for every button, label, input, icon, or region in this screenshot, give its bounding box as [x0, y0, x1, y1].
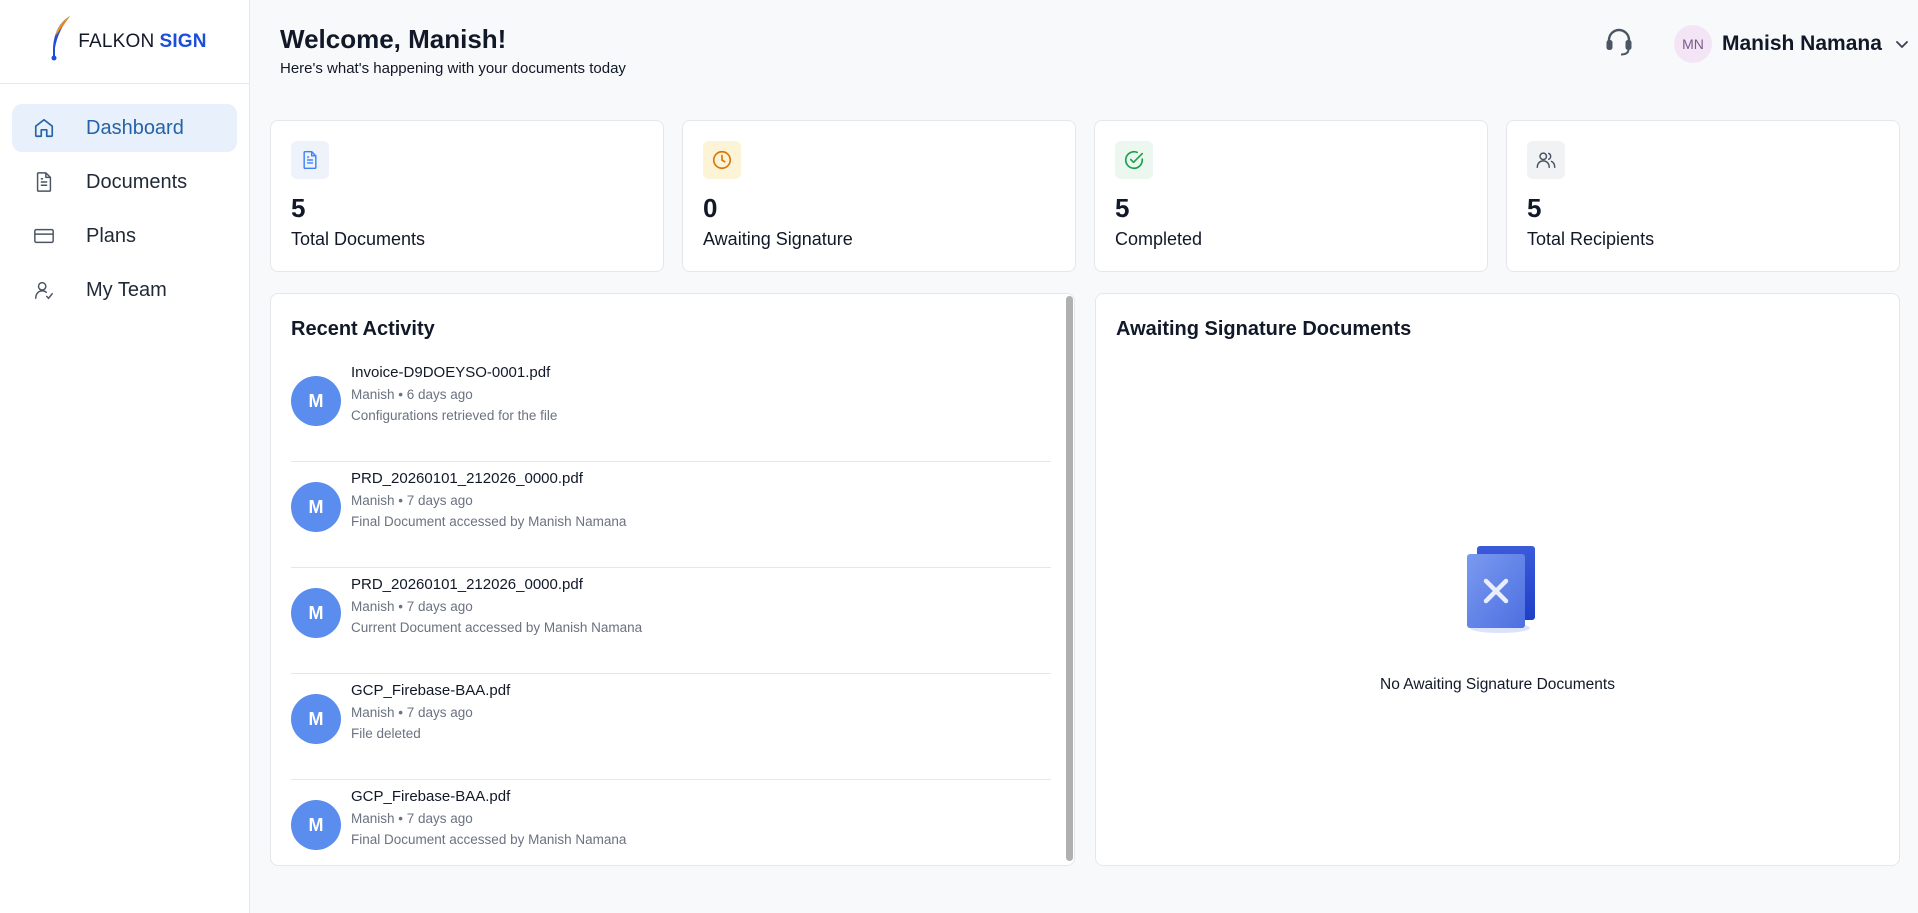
scrollbar[interactable] [1066, 296, 1073, 861]
awaiting-signature-panel: Awaiting Signature Documents No Awaiting… [1095, 293, 1900, 866]
activity-description: Current Document accessed by Manish Nama… [351, 620, 643, 635]
check-circle-icon [1115, 141, 1153, 179]
sidebar-nav: Dashboard Documents Plans My Team [0, 84, 249, 340]
activity-file-name[interactable]: GCP_Firebase-BAA.pdf [351, 682, 510, 699]
page-subtitle: Here's what's happening with your docume… [280, 60, 626, 77]
avatar: M [291, 482, 341, 532]
sidebar-item-documents[interactable]: Documents [12, 158, 237, 206]
empty-documents-icon [1463, 544, 1537, 634]
avatar: M [291, 376, 341, 426]
activity-meta: Manish • 7 days ago [351, 599, 473, 614]
activity-description: File deleted [351, 726, 421, 741]
activity-meta: Manish • 7 days ago [351, 811, 473, 826]
avatar: M [291, 588, 341, 638]
document-icon [32, 170, 56, 194]
quill-pen-icon [42, 14, 74, 69]
sidebar: FALKON SIGN Dashboard Documents Plans My … [0, 0, 250, 913]
list-item[interactable]: M GCP_Firebase-BAA.pdf Manish • 7 days a… [291, 674, 1051, 780]
list-item[interactable]: M Invoice-D9DOEYSO-0001.pdf Manish • 6 d… [291, 356, 1051, 462]
activity-file-name[interactable]: PRD_20260101_212026_0000.pdf [351, 576, 583, 593]
activity-meta: Manish • 7 days ago [351, 493, 473, 508]
activity-description: Final Document accessed by Manish Namana [351, 514, 627, 529]
activity-file-name[interactable]: Invoice-D9DOEYSO-0001.pdf [351, 364, 550, 381]
page-title: Welcome, Manish! [280, 24, 507, 54]
sidebar-item-label: My Team [86, 278, 167, 301]
stat-value: 5 [291, 193, 306, 223]
stat-card-total-documents[interactable]: 5 Total Documents [270, 120, 664, 272]
stat-value: 5 [1115, 193, 1130, 223]
headset-icon [1603, 25, 1635, 62]
avatar: M [291, 800, 341, 850]
user-name: Manish Namana [1722, 32, 1882, 55]
stat-card-awaiting-signature[interactable]: 0 Awaiting Signature [682, 120, 1076, 272]
sidebar-item-label: Plans [86, 224, 137, 247]
activity-file-name[interactable]: GCP_Firebase-BAA.pdf [351, 788, 510, 805]
recent-activity-panel: Recent Activity M Invoice-D9DOEYSO-0001.… [270, 293, 1075, 866]
brand-name-part1: FALKON [78, 30, 155, 52]
activity-meta: Manish • 6 days ago [351, 387, 473, 402]
credit-card-icon [32, 224, 56, 248]
activity-file-name[interactable]: PRD_20260101_212026_0000.pdf [351, 470, 583, 487]
sidebar-item-my-team[interactable]: My Team [12, 266, 237, 314]
stat-label: Total Documents [291, 229, 426, 249]
sidebar-item-label: Documents [86, 170, 188, 193]
team-icon [32, 278, 56, 302]
support-headset-button[interactable] [1602, 26, 1636, 60]
list-item[interactable]: M GCP_Firebase-BAA.pdf Manish • 7 days a… [291, 780, 1051, 865]
avatar: M [291, 694, 341, 744]
stat-label: Completed [1115, 229, 1203, 249]
stat-value: 5 [1527, 193, 1542, 223]
clock-icon [703, 141, 741, 179]
brand-logo[interactable]: FALKON SIGN [0, 0, 249, 84]
activity-list: M Invoice-D9DOEYSO-0001.pdf Manish • 6 d… [291, 356, 1051, 865]
users-icon [1527, 141, 1565, 179]
avatar: MN [1674, 25, 1712, 63]
stat-label: Awaiting Signature [703, 229, 853, 249]
stat-label: Total Recipients [1527, 229, 1655, 249]
sidebar-item-plans[interactable]: Plans [12, 212, 237, 260]
empty-state-text: No Awaiting Signature Documents [1380, 676, 1615, 693]
panel-title: Recent Activity [291, 318, 435, 340]
stat-card-total-recipients[interactable]: 5 Total Recipients [1506, 120, 1900, 272]
brand-name-part2: SIGN [159, 30, 207, 52]
panel-title: Awaiting Signature Documents [1116, 318, 1412, 340]
stat-value: 0 [703, 193, 718, 223]
activity-description: Final Document accessed by Manish Namana [351, 832, 627, 847]
sidebar-item-label: Dashboard [86, 116, 184, 139]
user-menu[interactable]: MN Manish Namana [1674, 25, 1910, 63]
document-icon [291, 141, 329, 179]
activity-description: Configurations retrieved for the file [351, 408, 558, 423]
stat-card-completed[interactable]: 5 Completed [1094, 120, 1488, 272]
chevron-down-icon [1894, 36, 1910, 52]
sidebar-item-dashboard[interactable]: Dashboard [12, 104, 237, 152]
list-item[interactable]: M PRD_20260101_212026_0000.pdf Manish • … [291, 568, 1051, 674]
activity-meta: Manish • 7 days ago [351, 705, 473, 720]
home-icon [32, 116, 56, 140]
list-item[interactable]: M PRD_20260101_212026_0000.pdf Manish • … [291, 462, 1051, 568]
